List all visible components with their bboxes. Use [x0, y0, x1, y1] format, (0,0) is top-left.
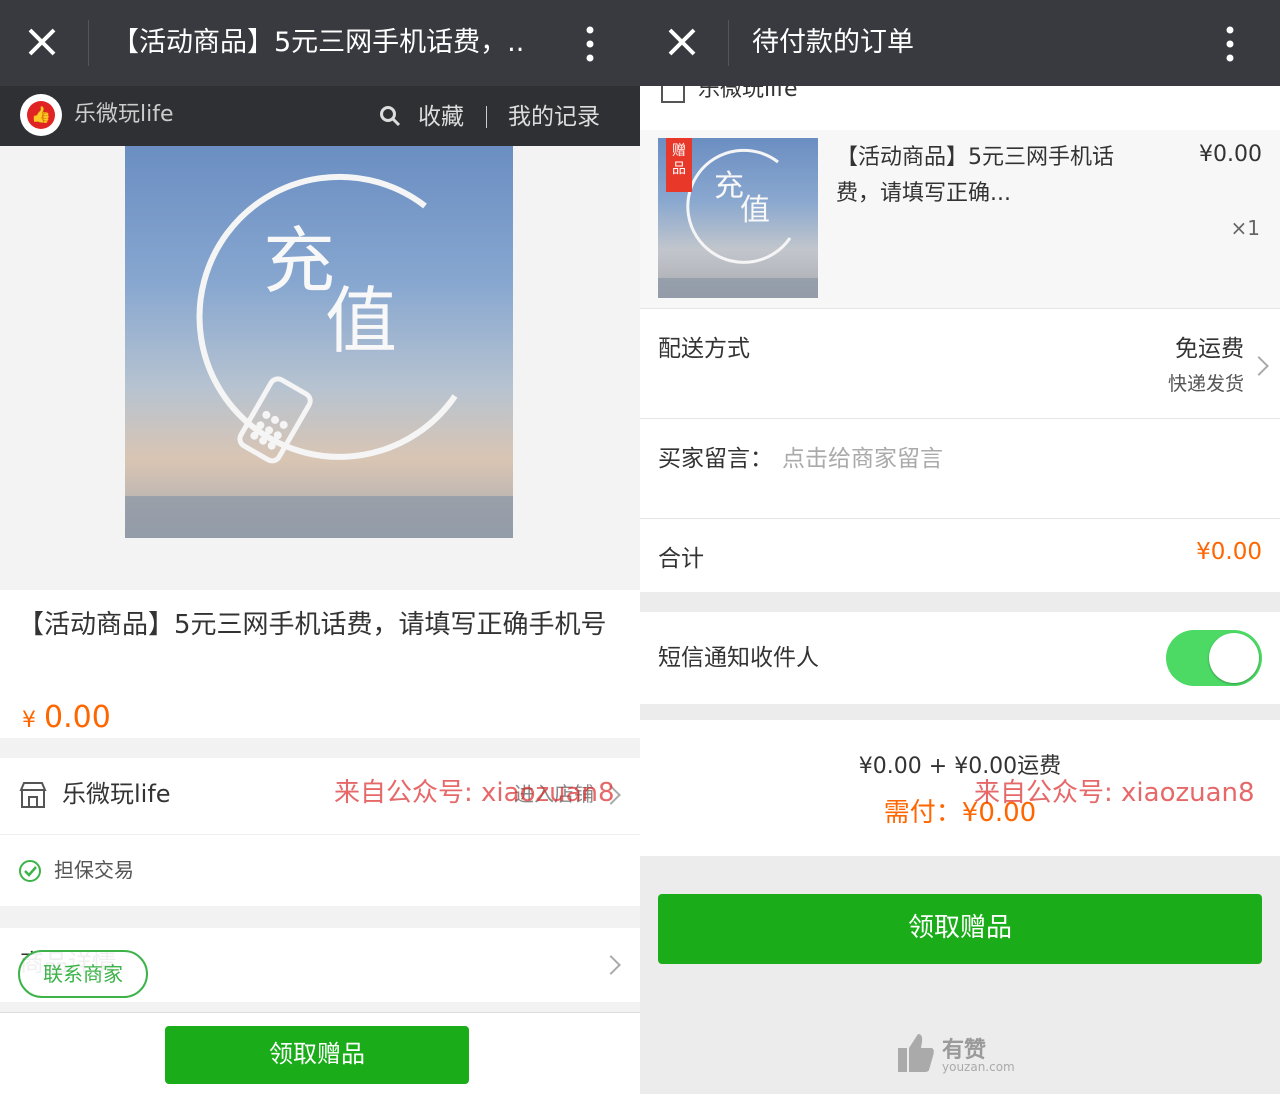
page-title: 待付款的订单	[752, 27, 914, 58]
store-icon	[19, 782, 47, 808]
webview-top-bar: 待付款的订单	[640, 0, 1280, 86]
sms-label: 短信通知收件人	[658, 645, 819, 671]
order-shop-row: 乐微玩life	[640, 86, 1280, 130]
message-input[interactable]: 点击给商家留言	[782, 439, 943, 473]
product-page-screen: 【活动商品】5元三网手机话费，.. 👍 乐微玩life 收藏 我的记录 充 值	[0, 0, 640, 1094]
shop-logo[interactable]: 👍	[20, 94, 62, 136]
chevron-right-icon	[1249, 356, 1269, 376]
favorite-link[interactable]: 收藏	[418, 86, 464, 148]
link-separator	[486, 106, 487, 128]
item-name: 【活动商品】5元三网手机话费，请填写正确...	[836, 145, 1114, 206]
contact-merchant-button[interactable]: 联系商家	[18, 950, 148, 998]
delivery-label: 配送方式	[658, 336, 750, 362]
item-price: ¥0.00	[1199, 142, 1262, 167]
pay-label: 需付：	[883, 798, 962, 828]
image-text-zhi: 值	[325, 279, 397, 363]
close-icon[interactable]	[22, 22, 62, 62]
webview-top-bar: 【活动商品】5元三网手机话费，..	[0, 0, 640, 86]
item-quantity: ×1	[1230, 216, 1260, 240]
thumb-text-zhi: 值	[740, 193, 770, 228]
thumbs-up-icon	[898, 1034, 934, 1072]
chevron-right-icon	[601, 955, 621, 975]
brand-domain: youzan.com	[942, 1060, 1015, 1074]
delivery-row[interactable]: 配送方式 免运费 快递发货	[640, 308, 1280, 418]
order-shop-name: 乐微玩life	[698, 86, 798, 102]
topbar-divider	[728, 20, 729, 66]
recharge-graphic: 充 值	[125, 173, 513, 538]
gift-ribbon: 赠品	[666, 138, 692, 192]
product-image-area: 充 值	[0, 146, 640, 590]
bottom-action-bar: 领取赠品	[0, 1012, 640, 1094]
my-records-link[interactable]: 我的记录	[508, 86, 600, 148]
product-title: 【活动商品】5元三网手机话费，请填写正确手机号	[18, 610, 607, 640]
more-icon[interactable]	[580, 24, 600, 64]
product-info: 【活动商品】5元三网手机话费，请填写正确手机号 ¥0.00	[0, 590, 640, 738]
claim-gift-button[interactable]: 领取赠品	[658, 894, 1262, 964]
currency-symbol: ¥	[22, 708, 36, 733]
item-thumbnail: 充 值 赠品	[658, 138, 818, 298]
price-value: 0.00	[44, 700, 111, 735]
shop-name[interactable]: 乐微玩life	[74, 86, 174, 144]
close-icon[interactable]	[662, 22, 702, 62]
youzan-brand: 有赞 youzan.com	[896, 1030, 1036, 1080]
product-price: ¥0.00	[22, 700, 111, 735]
message-label: 买家留言：	[658, 446, 773, 472]
check-circle-icon	[19, 860, 41, 882]
store-name: 乐微玩life	[62, 780, 171, 808]
page-title: 【活动商品】5元三网手机话费，..	[112, 27, 525, 58]
total-label: 合计	[658, 546, 704, 572]
store-icon	[661, 86, 685, 103]
order-page-screen: 待付款的订单 乐微玩life 充 值 赠品 【活动商品】5元三网手机话费，请填写…	[640, 0, 1280, 1094]
claim-gift-button[interactable]: 领取赠品	[165, 1026, 469, 1084]
order-item: 充 值 赠品 【活动商品】5元三网手机话费，请填写正确... ¥0.00 ×1	[640, 130, 1280, 308]
sms-notify-row: 短信通知收件人	[640, 612, 1280, 704]
watermark-text: 来自公众号: xiaozuan8	[334, 778, 615, 808]
total-row: 合计 ¥0.00	[640, 518, 1280, 592]
guarantee-row: 担保交易	[0, 834, 640, 906]
buyer-message-row[interactable]: 买家留言： 点击给商家留言	[640, 418, 1280, 518]
shop-header-bar: 👍 乐微玩life 收藏 我的记录	[0, 86, 640, 146]
topbar-divider	[88, 20, 89, 66]
guarantee-label: 担保交易	[54, 858, 134, 882]
watermark-text: 来自公众号: xiaozuan8	[974, 778, 1255, 808]
toggle-knob	[1209, 633, 1259, 683]
product-image[interactable]: 充 值	[125, 146, 513, 538]
total-value: ¥0.00	[1196, 539, 1262, 565]
sms-toggle[interactable]	[1166, 630, 1262, 686]
delivery-fee: 免运费	[1175, 336, 1244, 362]
search-icon[interactable]	[378, 104, 402, 128]
thumbs-up-icon: 👍	[27, 101, 55, 129]
more-icon[interactable]	[1220, 24, 1240, 64]
delivery-method: 快递发货	[1167, 373, 1244, 395]
